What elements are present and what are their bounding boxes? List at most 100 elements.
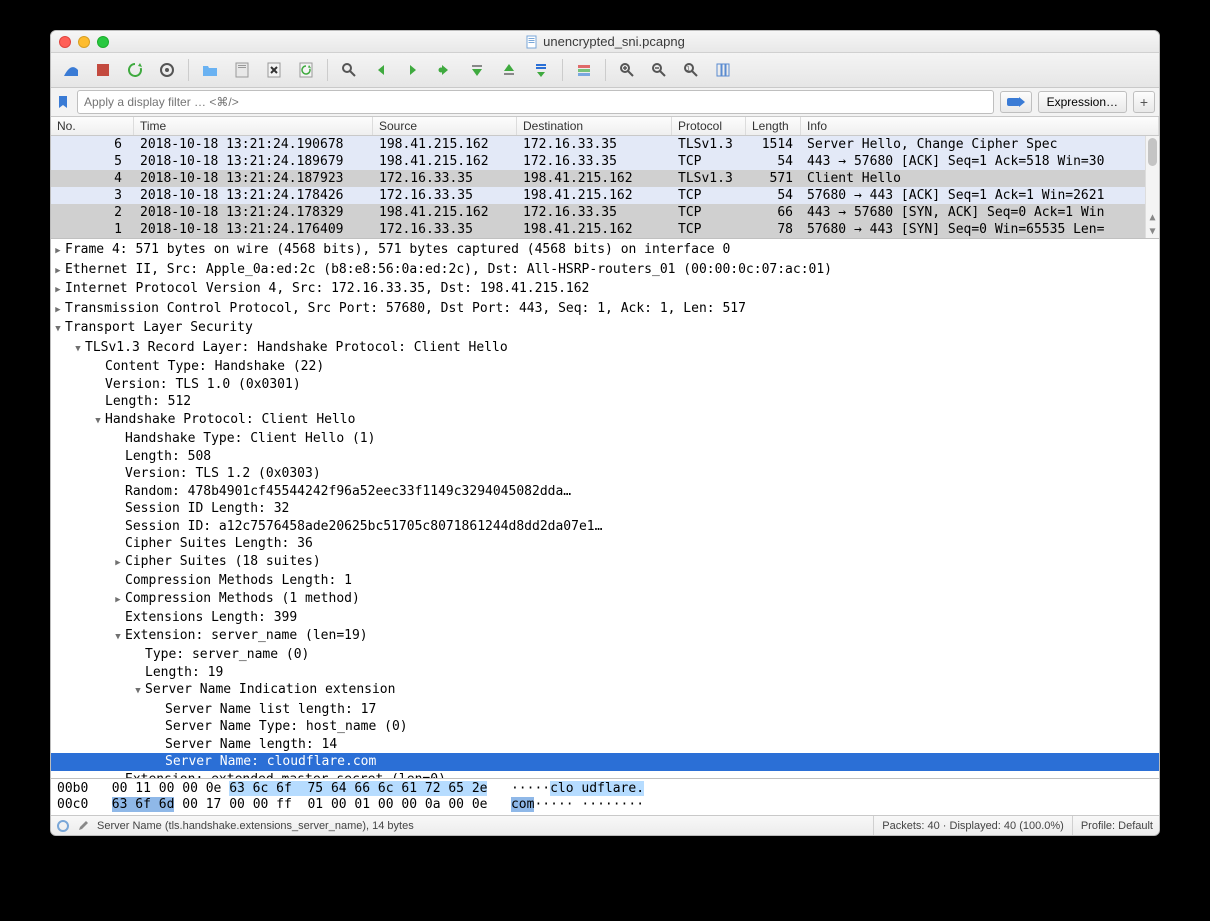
save-file-icon[interactable]: [228, 57, 256, 83]
packet-bytes-pane[interactable]: 00b0 00 11 00 00 0e 63 6c 6f 75 64 66 6c…: [51, 778, 1159, 815]
zoom-in-icon[interactable]: [613, 57, 641, 83]
go-first-icon[interactable]: [463, 57, 491, 83]
expand-toggle-icon[interactable]: [131, 681, 145, 701]
expand-toggle-icon[interactable]: [111, 590, 125, 610]
restart-capture-icon[interactable]: [121, 57, 149, 83]
packet-details-pane[interactable]: Frame 4: 571 bytes on wire (4568 bits), …: [51, 238, 1159, 778]
col-dest[interactable]: Destination: [517, 117, 672, 135]
resize-columns-icon[interactable]: [709, 57, 737, 83]
tree-row[interactable]: Session ID: a12c7576458ade20625bc51705c8…: [51, 518, 1159, 536]
expand-toggle-icon[interactable]: [71, 339, 85, 359]
col-source[interactable]: Source: [373, 117, 517, 135]
shark-fin-icon[interactable]: [57, 57, 85, 83]
tree-row[interactable]: Server Name: cloudflare.com: [51, 753, 1159, 771]
tree-row[interactable]: Ethernet II, Src: Apple_0a:ed:2c (b8:e8:…: [51, 261, 1159, 281]
go-forward-icon[interactable]: [399, 57, 427, 83]
tree-row[interactable]: Length: 19: [51, 664, 1159, 682]
tree-row[interactable]: Compression Methods (1 method): [51, 590, 1159, 610]
capture-options-icon[interactable]: [153, 57, 181, 83]
find-packet-icon[interactable]: [335, 57, 363, 83]
tree-row[interactable]: Length: 508: [51, 448, 1159, 466]
close-file-icon[interactable]: [260, 57, 288, 83]
edit-icon[interactable]: [77, 820, 89, 832]
tree-row[interactable]: Server Name Type: host_name (0): [51, 718, 1159, 736]
packet-row[interactable]: 22018-10-18 13:21:24.178329198.41.215.16…: [51, 204, 1159, 221]
add-filter-button[interactable]: +: [1133, 91, 1155, 113]
expression-button[interactable]: Expression…: [1038, 91, 1127, 113]
tree-row[interactable]: Random: 478b4901cf45544242f96a52eec33f11…: [51, 483, 1159, 501]
scroll-down-icon[interactable]: ▼: [1146, 224, 1159, 238]
scroll-up-icon[interactable]: ▲: [1146, 210, 1159, 224]
tree-row[interactable]: Extensions Length: 399: [51, 609, 1159, 627]
colorize-icon[interactable]: [570, 57, 598, 83]
toolbar-separator: [562, 59, 563, 81]
tree-row[interactable]: Type: server_name (0): [51, 646, 1159, 664]
goto-packet-icon[interactable]: [431, 57, 459, 83]
tree-row[interactable]: Handshake Type: Client Hello (1): [51, 430, 1159, 448]
tree-row[interactable]: Session ID Length: 32: [51, 500, 1159, 518]
tree-row[interactable]: Compression Methods Length: 1: [51, 572, 1159, 590]
tree-spacer: [131, 646, 145, 664]
packet-list-body[interactable]: 62018-10-18 13:21:24.190678198.41.215.16…: [51, 136, 1159, 238]
status-profile-text[interactable]: Profile: Default: [1072, 816, 1153, 835]
window-title-text: unencrypted_sni.pcapng: [543, 34, 685, 49]
stop-capture-icon[interactable]: [89, 57, 117, 83]
tree-row[interactable]: Frame 4: 571 bytes on wire (4568 bits), …: [51, 241, 1159, 261]
display-filter-input[interactable]: [77, 90, 994, 114]
tree-row[interactable]: Cipher Suites (18 suites): [51, 553, 1159, 573]
tree-row[interactable]: Server Name Indication extension: [51, 681, 1159, 701]
auto-scroll-icon[interactable]: [527, 57, 555, 83]
open-file-icon[interactable]: [196, 57, 224, 83]
expand-toggle-icon[interactable]: [51, 280, 65, 300]
tree-row[interactable]: Length: 512: [51, 393, 1159, 411]
col-proto[interactable]: Protocol: [672, 117, 746, 135]
col-len[interactable]: Length: [746, 117, 801, 135]
status-field-text: Server Name (tls.handshake.extensions_se…: [97, 820, 414, 832]
reload-file-icon[interactable]: [292, 57, 320, 83]
titlebar: unencrypted_sni.pcapng: [51, 31, 1159, 53]
tree-row[interactable]: Transmission Control Protocol, Src Port:…: [51, 300, 1159, 320]
expand-toggle-icon[interactable]: [51, 300, 65, 320]
packet-row[interactable]: 52018-10-18 13:21:24.189679198.41.215.16…: [51, 153, 1159, 170]
expand-toggle-icon[interactable]: [51, 241, 65, 261]
expand-toggle-icon[interactable]: [91, 411, 105, 431]
expand-toggle-icon[interactable]: [111, 771, 125, 779]
zoom-out-icon[interactable]: [645, 57, 673, 83]
tree-row[interactable]: Cipher Suites Length: 36: [51, 535, 1159, 553]
apply-filter-button[interactable]: [1000, 91, 1032, 113]
tree-row[interactable]: Internet Protocol Version 4, Src: 172.16…: [51, 280, 1159, 300]
packet-row[interactable]: 62018-10-18 13:21:24.190678198.41.215.16…: [51, 136, 1159, 153]
col-time[interactable]: Time: [134, 117, 373, 135]
go-back-icon[interactable]: [367, 57, 395, 83]
expand-toggle-icon[interactable]: [51, 261, 65, 281]
tree-row[interactable]: Server Name length: 14: [51, 736, 1159, 754]
col-info[interactable]: Info: [801, 117, 1159, 135]
packet-row[interactable]: 12018-10-18 13:21:24.176409172.16.33.351…: [51, 221, 1159, 238]
expert-info-icon[interactable]: [57, 820, 69, 832]
packet-row[interactable]: 42018-10-18 13:21:24.187923172.16.33.351…: [51, 170, 1159, 187]
tree-row[interactable]: Server Name list length: 17: [51, 701, 1159, 719]
packet-row[interactable]: 32018-10-18 13:21:24.178426172.16.33.351…: [51, 187, 1159, 204]
tree-label: Type: server_name (0): [145, 646, 309, 664]
tree-row[interactable]: Extension: server_name (len=19): [51, 627, 1159, 647]
tree-row[interactable]: Version: TLS 1.2 (0x0303): [51, 465, 1159, 483]
scrollbar-thumb[interactable]: [1148, 138, 1157, 166]
tree-row[interactable]: Handshake Protocol: Client Hello: [51, 411, 1159, 431]
tree-row[interactable]: TLSv1.3 Record Layer: Handshake Protocol…: [51, 339, 1159, 359]
expand-toggle-icon[interactable]: [111, 553, 125, 573]
go-last-icon[interactable]: [495, 57, 523, 83]
packet-list-scrollbar[interactable]: ▲ ▼: [1145, 136, 1159, 238]
hex-offset: 00c0: [57, 797, 88, 812]
col-no[interactable]: No.: [51, 117, 134, 135]
expand-toggle-icon[interactable]: [51, 319, 65, 339]
zoom-reset-icon[interactable]: 1: [677, 57, 705, 83]
tree-row[interactable]: Content Type: Handshake (22): [51, 358, 1159, 376]
bookmark-icon[interactable]: [55, 94, 71, 110]
expand-toggle-icon[interactable]: [111, 627, 125, 647]
tree-row[interactable]: Version: TLS 1.0 (0x0301): [51, 376, 1159, 394]
tree-row[interactable]: Transport Layer Security: [51, 319, 1159, 339]
tree-spacer: [111, 430, 125, 448]
tree-label: Version: TLS 1.2 (0x0303): [125, 465, 321, 483]
packet-list-header[interactable]: No. Time Source Destination Protocol Len…: [51, 117, 1159, 136]
tree-row[interactable]: Extension: extended_master_secret (len=0…: [51, 771, 1159, 779]
